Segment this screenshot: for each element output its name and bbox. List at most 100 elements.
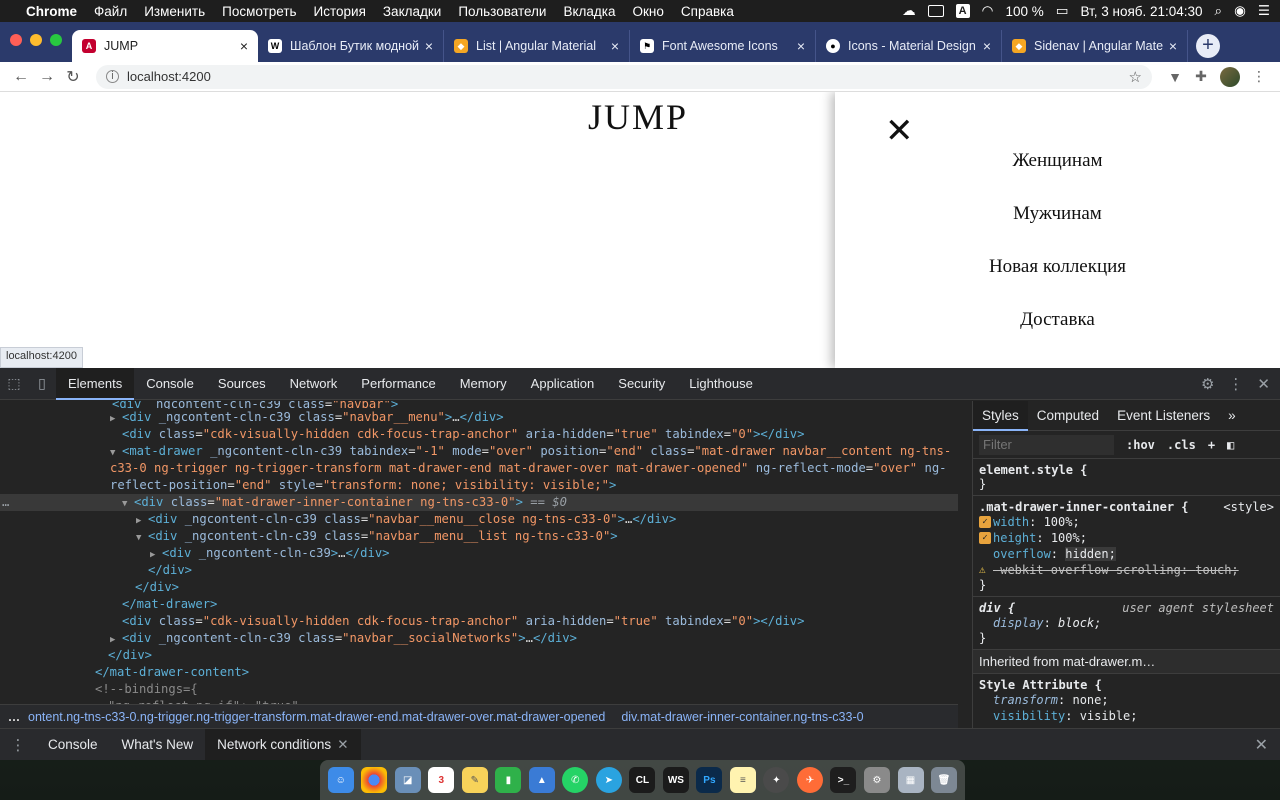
close-tab-icon[interactable]: × [240,38,248,54]
devtools-tab-network[interactable]: Network [278,368,350,400]
rule-selector[interactable]: Style Attribute { [979,678,1274,692]
more-tabs-chevron-icon[interactable]: » [1219,401,1245,431]
screenshot-icon[interactable]: ▦ [897,767,924,793]
computed-tab[interactable]: Computed [1028,401,1108,431]
screen-mirroring-icon[interactable] [927,5,944,17]
dom-node[interactable]: ▶ <div _ngcontent-cln-c39 class="navbar__… [0,511,958,528]
browser-menu-kebab-icon[interactable]: ⋮ [1246,68,1272,85]
devtools-tab-sources[interactable]: Sources [206,368,278,400]
checkbox-icon[interactable]: ✓ [979,532,991,544]
menu-app-name[interactable]: Chrome [26,4,77,19]
spotlight-search-icon[interactable]: ⌕ [1215,3,1223,19]
close-tab-icon[interactable]: ✕ [337,737,348,752]
browser-tab-list-material[interactable]: ◆ List | Angular Material × [444,30,630,62]
checkbox-icon[interactable]: ✓ [979,516,991,528]
trash-icon[interactable]: 🗑 [931,767,958,793]
postman-icon[interactable]: ✈ [796,767,823,793]
menu-file[interactable]: Файл [94,4,127,19]
devtools-tab-performance[interactable]: Performance [349,368,447,400]
extensions-puzzle-icon[interactable]: ✚ [1188,68,1214,85]
nav-link-delivery[interactable]: Доставка [835,309,1280,331]
dom-node[interactable]: ▼ <mat-drawer _ngcontent-cln-c39 tabindex… [0,443,958,460]
close-window-button[interactable] [10,34,22,46]
finder-icon[interactable]: ☺ [327,767,354,793]
keynote-icon[interactable]: ▲ [528,767,555,793]
numbers-icon[interactable]: ▮ [495,767,522,793]
browser-tab-font-awesome[interactable]: ⚑ Font Awesome Icons × [630,30,816,62]
drawer-tab-console[interactable]: Console [36,729,110,761]
menu-bookmarks[interactable]: Закладки [383,4,441,19]
devtools-tab-lighthouse[interactable]: Lighthouse [677,368,765,400]
address-bar-url[interactable]: localhost:4200 [127,69,211,84]
menu-help[interactable]: Справка [681,4,734,19]
webstorm-icon[interactable]: WS [662,767,689,793]
devtools-tab-elements[interactable]: Elements [56,367,135,400]
clock[interactable]: Вт, 3 нояб. 21:04:30 [1080,4,1202,19]
css-declaration[interactable]: overflow: hidden; [979,546,1274,562]
hover-state-toggle[interactable]: :hov [1126,438,1155,452]
close-devtools-icon[interactable]: ✕ [1257,375,1270,393]
css-declaration[interactable]: transform: none; [979,692,1274,708]
css-declaration[interactable]: visibility: visible; [979,708,1274,724]
toggle-sidebar-icon[interactable]: ◧ [1227,438,1234,452]
settings-gear-icon[interactable]: ⚙ [1201,375,1214,393]
css-declaration[interactable]: ✓ width: 100%; [979,514,1274,530]
stickies-icon[interactable]: ≡ [729,767,756,793]
drawer-close-icon[interactable]: ✕ [885,114,914,148]
brand-logo[interactable]: JUMP [588,96,688,138]
devtools-tab-console[interactable]: Console [134,368,206,400]
close-tab-icon[interactable]: × [611,38,619,54]
styles-tab[interactable]: Styles [973,401,1028,431]
device-toolbar-icon[interactable]: ▯ [28,375,56,392]
drawer-kebab-icon[interactable]: ⋮ [0,736,36,754]
extension-vue-icon[interactable]: ▼ [1162,69,1188,85]
system-preferences-icon[interactable]: ⚙ [864,767,890,793]
minimize-window-button[interactable] [30,34,42,46]
input-source-icon[interactable]: A [955,4,970,18]
new-style-rule-icon[interactable]: + [1208,438,1215,452]
css-declaration-invalid[interactable]: ⚠ -webkit-overflow-scrolling: touch; [979,562,1274,578]
terminal-icon[interactable]: >_ [830,767,857,793]
dom-node[interactable]: ▶ <div _ngcontent-cln-c39 class="navbar__… [0,630,958,647]
preview-icon[interactable]: ◪ [394,767,421,793]
dom-node[interactable]: <div _ngcontent-cln-c39 class="navbar"> [0,401,958,409]
devtools-tab-security[interactable]: Security [606,368,677,400]
breadcrumb-item[interactable]: div.mat-drawer-inner-container.ng-tns-c3… [621,710,863,724]
dom-node-selected[interactable]: … ▼ <div class="mat-drawer-inner-container… [0,494,958,511]
address-bar[interactable]: i localhost:4200 ☆ [96,64,1152,89]
nav-link-new-collection[interactable]: Новая коллекция [835,256,1280,278]
devtools-tab-memory[interactable]: Memory [448,368,519,400]
safari-icon[interactable]: ✦ [763,767,790,793]
close-tab-icon[interactable]: × [1169,38,1177,54]
class-toggle[interactable]: .cls [1167,438,1196,452]
nav-link-men[interactable]: Мужчинам [835,203,1280,225]
zoom-window-button[interactable] [50,34,62,46]
close-tab-icon[interactable]: × [797,38,805,54]
site-info-icon[interactable]: i [106,70,119,83]
menu-window[interactable]: Окно [633,4,664,19]
photoshop-icon[interactable]: Ps [696,767,723,793]
dom-node[interactable]: </div> [0,647,958,664]
menu-view[interactable]: Посмотреть [222,4,296,19]
battery-icon[interactable]: ▭ [1056,3,1069,19]
close-tab-icon[interactable]: × [983,38,991,54]
creative-cloud-icon[interactable]: ☁ [902,3,916,19]
breadcrumb-item[interactable]: ontent.ng-tns-c33-0.ng-trigger.ng-trigge… [28,710,605,724]
styles-filter-input[interactable] [979,434,1114,455]
close-tab-icon[interactable]: × [425,38,433,54]
chrome-icon[interactable] [361,767,388,793]
devtools-kebab-icon[interactable]: ⋮ [1228,375,1243,393]
notes-icon[interactable]: ✎ [461,767,488,793]
wifi-icon[interactable]: ◠ [982,3,994,19]
nav-link-women[interactable]: Женщинам [835,150,1280,172]
inherited-element-link[interactable]: mat-drawer.m… [1063,654,1155,669]
menu-tab[interactable]: Вкладка [563,4,615,19]
browser-tab-material-design-icons[interactable]: ● Icons - Material Design × [816,30,1002,62]
dom-comment[interactable]: <!--bindings={ [0,681,958,698]
close-drawer-icon[interactable]: ✕ [1255,735,1268,755]
dom-node[interactable]: <div class="cdk-visually-hidden cdk-focu… [0,613,958,630]
telegram-icon[interactable]: ➤ [595,767,622,793]
rule-source-link[interactable]: <style> [1223,500,1274,514]
dom-node[interactable]: </mat-drawer> [0,596,958,613]
dom-node[interactable]: ▶ <div _ngcontent-cln-c39>…</div> [0,545,958,562]
